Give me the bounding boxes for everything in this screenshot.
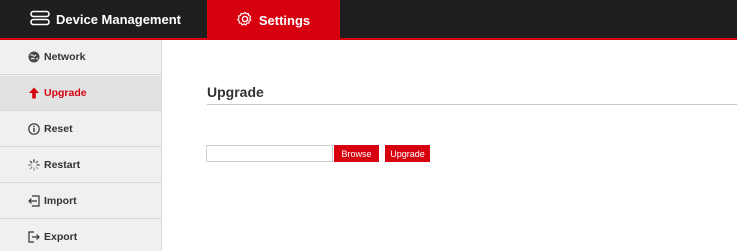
gear-icon <box>236 11 253 30</box>
tab-device-management-label: Device Management <box>56 11 181 27</box>
sidebar: Network Upgrade Reset Restart Import Exp… <box>0 40 162 251</box>
top-navigation-bar: Device Management Settings <box>0 0 737 40</box>
file-path-input[interactable] <box>206 145 333 162</box>
info-circle-icon <box>28 123 40 135</box>
title-divider <box>207 104 737 105</box>
import-icon <box>28 195 40 207</box>
page-title: Upgrade <box>207 84 264 100</box>
sidebar-item-label: Restart <box>44 159 81 171</box>
tab-settings[interactable]: Settings <box>207 0 340 40</box>
sidebar-item-label: Export <box>44 231 78 243</box>
sidebar-item-import[interactable]: Import <box>0 184 161 219</box>
sidebar-item-upgrade[interactable]: Upgrade <box>0 76 161 111</box>
sidebar-item-label: Network <box>44 51 86 63</box>
arrow-up-icon <box>28 87 40 99</box>
sidebar-item-label: Upgrade <box>44 87 87 99</box>
sidebar-item-network[interactable]: Network <box>0 40 161 75</box>
globe-icon <box>28 51 40 63</box>
sidebar-item-label: Reset <box>44 123 73 135</box>
tab-settings-label: Settings <box>258 12 311 28</box>
tab-device-management[interactable]: Device Management <box>12 0 188 38</box>
sidebar-item-export[interactable]: Export <box>0 220 161 251</box>
export-icon <box>28 231 40 243</box>
browse-button[interactable]: Browse <box>334 145 379 162</box>
server-icon <box>30 10 50 29</box>
sidebar-item-label: Import <box>44 195 77 207</box>
upgrade-button[interactable]: Upgrade <box>385 145 430 162</box>
sidebar-item-reset[interactable]: Reset <box>0 112 161 147</box>
sidebar-item-restart[interactable]: Restart <box>0 148 161 183</box>
spinner-icon <box>28 159 40 171</box>
